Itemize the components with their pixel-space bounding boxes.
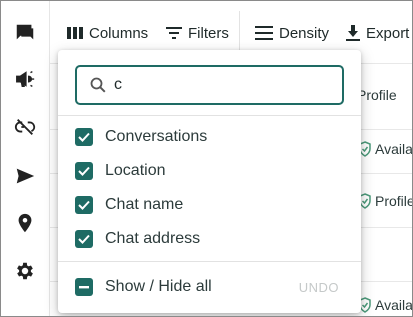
export-label: Export [366, 24, 410, 42]
megaphone-icon[interactable] [13, 67, 37, 91]
cell-text: Availa [375, 141, 413, 157]
check-icon [78, 234, 90, 244]
export-button[interactable]: Export [346, 21, 409, 45]
filters-button[interactable]: Filters [166, 21, 229, 45]
column-search-input[interactable] [114, 76, 314, 94]
cell-text: Profile [357, 87, 397, 103]
checkbox-checked[interactable] [75, 128, 93, 146]
chat-icon[interactable] [13, 21, 37, 45]
option-label: Chat address [105, 230, 201, 247]
undo-button[interactable]: UNDO [299, 280, 339, 295]
panel-divider [58, 261, 361, 262]
gear-icon[interactable] [13, 259, 37, 283]
cell-text: Profile [375, 193, 413, 209]
option-label: Location [105, 162, 166, 179]
density-icon [255, 26, 273, 40]
table-cell: Availa [358, 297, 413, 313]
show-hide-all-toggle[interactable]: Show / Hide all [75, 275, 212, 299]
column-option-location[interactable]: Location [75, 159, 166, 183]
checkbox-checked[interactable] [75, 196, 93, 214]
column-search-field[interactable] [75, 65, 344, 105]
columns-icon [67, 27, 83, 39]
columns-panel: Conversations Location Chat name Chat ad… [58, 50, 361, 313]
checkbox-checked[interactable] [75, 162, 93, 180]
link-off-icon[interactable] [13, 115, 37, 139]
table-cell: Availa [358, 141, 413, 157]
columns-button[interactable]: Columns [67, 21, 148, 45]
checkbox-checked[interactable] [75, 230, 93, 248]
check-icon [78, 132, 90, 142]
option-label: Conversations [105, 128, 208, 145]
minus-icon [79, 285, 89, 288]
table-cell: Profile [358, 193, 413, 209]
check-icon [78, 200, 90, 210]
cell-text: Availa [375, 297, 413, 313]
location-pin-icon[interactable] [13, 211, 37, 235]
density-button[interactable]: Density [255, 21, 329, 45]
send-icon[interactable] [13, 164, 37, 188]
filters-label: Filters [188, 24, 229, 42]
download-icon [346, 25, 360, 41]
density-label: Density [279, 24, 330, 42]
sidebar-rail [1, 1, 50, 316]
checkbox-indeterminate[interactable] [75, 278, 93, 296]
column-option-conversations[interactable]: Conversations [75, 125, 207, 149]
check-icon [78, 166, 90, 176]
table-cell: Profile [357, 87, 397, 103]
filter-icon [166, 27, 182, 39]
panel-divider [58, 115, 361, 116]
search-icon [90, 77, 106, 93]
toolbar-divider [239, 11, 240, 55]
column-option-chat-address[interactable]: Chat address [75, 227, 200, 251]
show-hide-all-label: Show / Hide all [105, 278, 212, 295]
app-window: Columns Filters Density Export Profile A… [0, 0, 413, 317]
column-option-chat-name[interactable]: Chat name [75, 193, 183, 217]
columns-label: Columns [89, 24, 149, 42]
option-label: Chat name [105, 196, 184, 213]
